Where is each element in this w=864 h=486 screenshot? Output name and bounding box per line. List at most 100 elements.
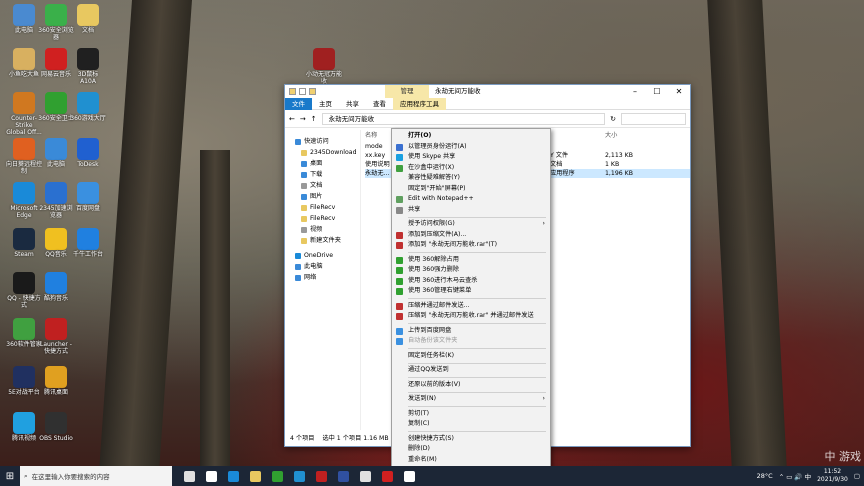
context-menu-item[interactable]: 在沙盒中运行(X) — [392, 163, 550, 174]
tray-icons[interactable]: ⌃ ▭ 🔊 中 — [779, 471, 811, 481]
nav-item[interactable]: 图片 — [285, 191, 360, 202]
context-menu-item[interactable]: 使用 360管理右键菜单 — [392, 286, 550, 297]
desktop-icon[interactable]: 360软件管家 — [6, 318, 42, 349]
context-menu-item[interactable]: 固定到"开始"屏幕(P) — [392, 184, 550, 195]
desktop-icon[interactable]: 腾讯桌面 — [38, 366, 74, 397]
desktop-icon[interactable]: 小动无冠万能收 — [306, 48, 342, 86]
taskbar-app[interactable] — [244, 466, 266, 486]
desktop-icon[interactable]: OBS Studio — [38, 412, 74, 443]
ribbon-tab[interactable]: 查看 — [366, 98, 393, 110]
nav-item[interactable]: 视频 — [285, 224, 360, 235]
context-menu-item[interactable]: 使用 Skype 共享 — [392, 152, 550, 163]
context-menu-item[interactable]: 重命名(M) — [392, 455, 550, 466]
close-button[interactable]: ✕ — [668, 85, 690, 98]
context-menu-item[interactable]: 复制(C) — [392, 419, 550, 430]
new-folder-icon[interactable] — [309, 88, 316, 95]
nav-item[interactable]: FileRecv — [285, 213, 360, 224]
context-menu-item[interactable]: 兼容性疑难解答(Y) — [392, 173, 550, 184]
desktop-icon[interactable]: 此电脑 — [38, 138, 74, 169]
desktop-icon[interactable]: Steam — [6, 228, 42, 259]
desktop-icon[interactable]: 5E对战平台 — [6, 366, 42, 397]
context-menu-item[interactable]: 使用 360强力删除 — [392, 265, 550, 276]
context-menu-item[interactable]: 发送到(N) › — [392, 394, 550, 405]
context-menu-item[interactable]: 打开(O) — [392, 131, 550, 142]
notification-icon[interactable]: ▢ — [854, 472, 860, 480]
taskbar-app[interactable] — [200, 466, 222, 486]
taskbar-app[interactable] — [266, 466, 288, 486]
properties-icon[interactable] — [299, 88, 306, 95]
context-menu-item[interactable]: 剪切(T) — [392, 409, 550, 420]
taskbar-app[interactable] — [178, 466, 200, 486]
column-size[interactable]: 大小 — [605, 130, 665, 142]
context-menu-item[interactable]: 使用 360进行木马云查杀 — [392, 276, 550, 287]
context-menu-item[interactable]: 授予访问权限(G) › — [392, 219, 550, 230]
nav-item[interactable]: 桌面 — [285, 158, 360, 169]
context-menu-item[interactable]: 压缩到 "永劫无间万能收.rar" 并通过邮件发送 — [392, 311, 550, 322]
desktop-icon[interactable]: 360游戏大厅 — [70, 92, 106, 123]
context-menu-item[interactable]: 通过QQ发送到 — [392, 365, 550, 376]
taskbar-app[interactable] — [310, 466, 332, 486]
weather-temperature[interactable]: 28°C — [757, 472, 773, 480]
nav-item[interactable]: OneDrive — [285, 250, 360, 261]
desktop-icon[interactable]: Microsoft Edge — [6, 182, 42, 220]
minimize-button[interactable]: – — [624, 85, 646, 98]
context-menu-item[interactable]: 自动备份该文件夹 — [392, 336, 550, 347]
desktop-icon[interactable]: 360安全卫士 — [38, 92, 74, 123]
desktop-icon[interactable]: Launcher - 快捷方式 — [38, 318, 74, 356]
taskbar-app[interactable] — [288, 466, 310, 486]
nav-item[interactable]: 文档 — [285, 180, 360, 191]
nav-item[interactable]: 此电脑 — [285, 261, 360, 272]
desktop-icon[interactable]: ToDesk — [70, 138, 106, 169]
desktop-icon[interactable]: 此电脑 — [6, 4, 42, 35]
context-menu-item[interactable]: 使用 360解除占用 — [392, 255, 550, 266]
desktop-icon[interactable]: 网易云音乐 — [38, 48, 74, 79]
ribbon-tab[interactable]: 文件 — [285, 97, 312, 110]
quick-access-toolbar[interactable] — [289, 88, 316, 95]
nav-item[interactable]: 快速访问 — [285, 136, 360, 147]
desktop-icon[interactable]: 360安全浏览器 — [38, 4, 74, 42]
tab-manage[interactable]: 管理 — [385, 85, 429, 98]
back-icon[interactable]: ← — [289, 115, 295, 123]
forward-icon[interactable]: → — [300, 115, 306, 123]
up-icon[interactable]: ↑ — [311, 115, 317, 123]
desktop-icon[interactable]: 2345加速浏览器 — [38, 182, 74, 220]
context-menu-item[interactable]: Edit with Notepad++ — [392, 194, 550, 205]
taskbar-app[interactable] — [376, 466, 398, 486]
taskbar-app[interactable] — [398, 466, 420, 486]
nav-item[interactable]: 网络 — [285, 272, 360, 283]
taskbar-app[interactable] — [222, 466, 244, 486]
ribbon-tab[interactable]: 共享 — [339, 98, 366, 110]
taskbar-app[interactable] — [354, 466, 376, 486]
context-menu-item[interactable]: 还原以前的版本(V) — [392, 380, 550, 391]
desktop-icon[interactable]: 百度网盘 — [70, 182, 106, 213]
desktop-icon[interactable]: 腾讯视频 — [6, 412, 42, 443]
title-bar[interactable]: 管理 永劫无间万能收 – ☐ ✕ — [285, 85, 690, 98]
context-menu-item[interactable]: 以管理员身份运行(A) — [392, 142, 550, 153]
nav-item[interactable]: FileRecv — [285, 202, 360, 213]
ribbon-tab[interactable]: 应用程序工具 — [393, 97, 446, 110]
nav-item[interactable]: 新建文件夹 — [285, 235, 360, 246]
search-input[interactable] — [621, 112, 686, 125]
start-button[interactable]: ⊞ — [0, 466, 20, 486]
context-menu-item[interactable]: 创建快捷方式(S) — [392, 434, 550, 445]
taskbar-search[interactable]: ⌕ 在这里输入你要搜索的内容 — [20, 466, 172, 486]
nav-item[interactable]: 2345Download — [285, 147, 360, 158]
taskbar-app[interactable] — [332, 466, 354, 486]
context-menu-item[interactable]: 共享 — [392, 205, 550, 216]
desktop-icon[interactable]: 小鱼吃大鱼 — [6, 48, 42, 79]
context-menu-item[interactable]: 添加到 "永劫无间万能收.rar"(T) — [392, 240, 550, 251]
desktop-icon[interactable]: QQ音乐 — [38, 228, 74, 259]
clock[interactable]: 11:52 2021/9/30 — [817, 468, 848, 484]
desktop-icon[interactable]: 向日葵远程控制 — [6, 138, 42, 176]
ribbon-tab[interactable]: 主页 — [312, 98, 339, 110]
desktop-icon[interactable]: Counter-Strike Global Off... — [6, 92, 42, 137]
context-menu-item[interactable]: 固定到任务栏(K) — [392, 351, 550, 362]
desktop-icon[interactable]: 千牛工作台 — [70, 228, 106, 259]
desktop-icon[interactable]: 文档 — [70, 4, 106, 35]
maximize-button[interactable]: ☐ — [646, 85, 668, 98]
context-menu-item[interactable]: 压缩并通过邮件发送... — [392, 301, 550, 312]
context-menu-item[interactable]: 上传到百度网盘 — [392, 326, 550, 337]
address-bar[interactable]: 永劫无间万能收 — [321, 112, 606, 125]
context-menu-item[interactable]: 删除(D) — [392, 444, 550, 455]
refresh-icon[interactable]: ↻ — [610, 115, 616, 123]
